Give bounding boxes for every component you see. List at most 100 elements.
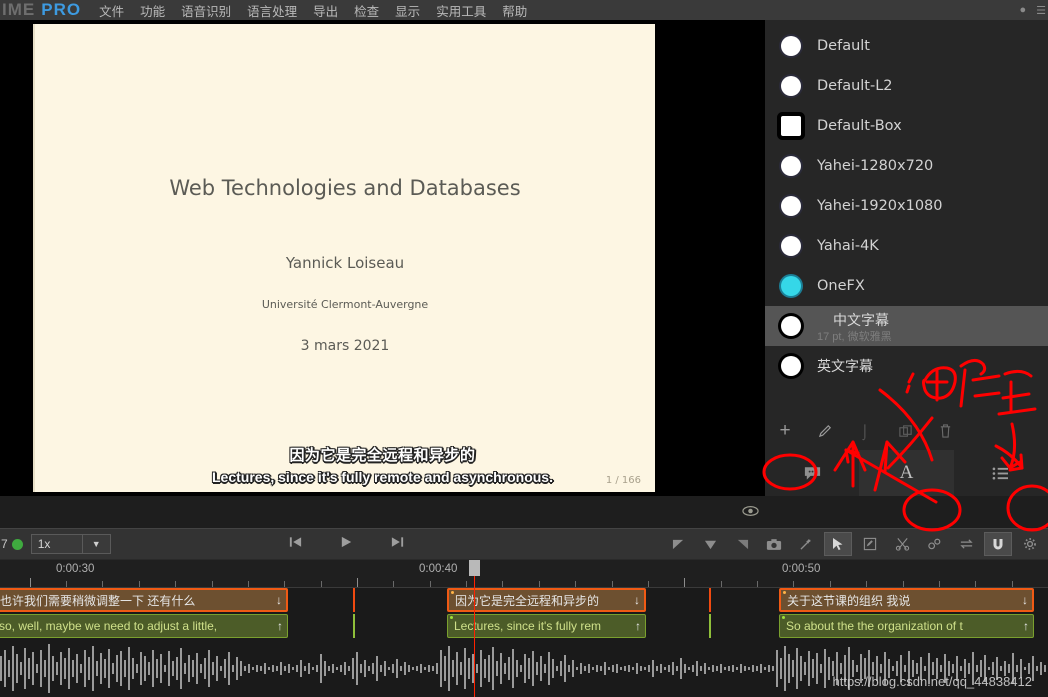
playback-speed-value: 1x <box>37 537 51 551</box>
jump-to-end-button[interactable] <box>390 535 405 554</box>
menu-item-asr[interactable]: 语音识别 <box>181 1 231 20</box>
clip-text: so, well, maybe we need to adjust a litt… <box>0 619 218 633</box>
menu-overflow-icon[interactable]: ☰ <box>1036 4 1046 17</box>
slide-author: Yannick Loiseau <box>285 254 405 272</box>
timeline-clip-en[interactable]: So about the the organization of t ↑ <box>779 614 1034 638</box>
timeline-tools <box>664 532 1044 556</box>
panel-tab-bar: A <box>765 450 1048 496</box>
menu-item-help[interactable]: 帮助 <box>502 1 527 20</box>
ruler-tick <box>684 578 685 587</box>
snapshot-icon[interactable] <box>760 532 788 556</box>
clip-text: 关于这节课的组织 我说 <box>787 593 911 608</box>
ruler-tick <box>321 581 322 587</box>
video-preview[interactable]: Web Technologies and Databases Yannick L… <box>0 20 765 496</box>
logo-pro-text: PRO <box>41 0 82 19</box>
radio-icon[interactable] <box>781 156 801 176</box>
playhead-handle[interactable] <box>469 560 480 576</box>
menu-item-function[interactable]: 功能 <box>140 1 165 20</box>
edit-style-button[interactable] <box>805 412 845 450</box>
menu-bar-right: ● ☰ <box>1019 0 1046 20</box>
ruler-tick <box>430 581 431 587</box>
menu-item-tools[interactable]: 实用工具 <box>436 1 486 20</box>
magnet-tool-icon[interactable] <box>984 532 1012 556</box>
timeline-clip-cn[interactable]: 关于这节课的组织 我说 ↓ <box>779 588 1034 612</box>
radio-icon[interactable] <box>781 236 801 256</box>
app-logo: IME PRO <box>0 0 81 20</box>
delete-style-button[interactable] <box>925 412 965 450</box>
style-item-yahai-4k[interactable]: Yahai-4K <box>765 226 1048 266</box>
style-item-english-subtitle[interactable]: 英文字幕 <box>765 346 1048 386</box>
style-item-default-box[interactable]: Default-Box <box>765 106 1048 146</box>
style-item-default-l2[interactable]: Default-L2 <box>765 66 1048 106</box>
rename-style-button[interactable]: ⌡ <box>845 412 885 450</box>
ruler-tick <box>539 581 540 587</box>
toggle-preview-eye-icon[interactable] <box>742 504 759 522</box>
timeline-ruler[interactable]: 0:00:30 0:00:40 0:00:50 <box>0 560 1048 588</box>
style-item-chinese-subtitle[interactable]: 中文字幕 17 pt, 微软雅黑 <box>765 306 1048 346</box>
radio-icon[interactable] <box>781 76 801 96</box>
radio-square-icon[interactable] <box>781 116 801 136</box>
clip-resize-handle[interactable]: ↑ <box>635 619 641 633</box>
style-item-yahei-1920x1080[interactable]: Yahei-1920x1080 <box>765 186 1048 226</box>
jump-to-start-button[interactable] <box>288 535 303 554</box>
tab-subtitles[interactable] <box>765 450 860 496</box>
magic-wand-icon[interactable] <box>792 532 820 556</box>
play-button[interactable] <box>339 535 354 554</box>
style-item-label: 英文字幕 <box>817 359 873 375</box>
clip-text: 也许我们需要稍微调整一下 还有什么 <box>0 593 196 608</box>
logo-ime-text: IME <box>2 0 36 19</box>
ruler-tick <box>612 581 613 587</box>
clip-resize-handle[interactable]: ↑ <box>1023 619 1029 633</box>
ruler-tick <box>939 581 940 587</box>
style-item-onefx[interactable]: OneFX <box>765 266 1048 306</box>
transport-bar: 7 1x ▼ <box>0 528 1048 560</box>
duplicate-style-button[interactable] <box>885 412 925 450</box>
timeline-marker <box>353 588 355 612</box>
radio-icon[interactable] <box>781 36 801 56</box>
radio-icon[interactable] <box>781 196 801 216</box>
menu-item-language[interactable]: 语言处理 <box>247 1 297 20</box>
timeline-clip-en[interactable]: Lectures, since it's fully rem ↑ <box>447 614 646 638</box>
clip-resize-handle[interactable]: ↓ <box>634 593 640 607</box>
swap-tool-icon[interactable] <box>952 532 980 556</box>
tab-list[interactable] <box>953 450 1048 496</box>
menu-item-display[interactable]: 显示 <box>395 1 420 20</box>
add-style-button[interactable]: + <box>765 412 805 450</box>
settings-icon[interactable] <box>1016 532 1044 556</box>
menu-item-check[interactable]: 检查 <box>354 1 379 20</box>
style-item-yahei-1280x720[interactable]: Yahei-1280x720 <box>765 146 1048 186</box>
timeline-clip-cn[interactable]: 也许我们需要稍微调整一下 还有什么 ↓ <box>0 588 288 612</box>
track-index-label: 7 <box>1 537 8 551</box>
radio-icon[interactable] <box>781 316 801 336</box>
playback-speed-select[interactable]: 1x ▼ <box>30 534 111 554</box>
timeline-clip-cn[interactable]: 因为它是完全远程和异步的 ↓ <box>447 588 646 612</box>
user-account-icon[interactable]: ● <box>1019 4 1026 16</box>
clip-resize-handle[interactable]: ↓ <box>276 593 282 607</box>
edit-tool-icon[interactable] <box>856 532 884 556</box>
chevron-down-icon[interactable]: ▼ <box>81 535 110 553</box>
styles-panel: Default Default-L2 Default-Box Yahei-128… <box>765 20 1048 496</box>
ruler-tick <box>721 581 722 587</box>
slide-canvas: Web Technologies and Databases Yannick L… <box>33 24 655 492</box>
cut-tool-icon[interactable] <box>888 532 916 556</box>
radio-selected-icon[interactable] <box>781 276 801 296</box>
clip-marker-dot <box>783 591 786 594</box>
style-item-sublabel: 17 pt, 微软雅黑 <box>817 331 892 343</box>
link-tool-icon[interactable] <box>920 532 948 556</box>
clip-resize-handle[interactable]: ↓ <box>1022 593 1028 607</box>
marker-out-icon[interactable] <box>728 532 756 556</box>
marker-down-icon[interactable] <box>696 532 724 556</box>
select-tool-icon[interactable] <box>824 532 852 556</box>
tab-styles[interactable]: A <box>859 450 954 496</box>
radio-icon[interactable] <box>781 356 801 376</box>
playhead[interactable] <box>474 560 475 697</box>
menu-item-export[interactable]: 导出 <box>313 1 338 20</box>
marker-in-icon[interactable] <box>664 532 692 556</box>
menu-item-file[interactable]: 文件 <box>99 1 124 20</box>
timeline-clip-en[interactable]: so, well, maybe we need to adjust a litt… <box>0 614 288 638</box>
ruler-tick <box>757 581 758 587</box>
ruler-label: 0:00:30 <box>56 563 95 575</box>
clip-resize-handle[interactable]: ↑ <box>277 619 283 633</box>
record-status-indicator[interactable] <box>11 538 23 550</box>
style-item-default[interactable]: Default <box>765 26 1048 66</box>
